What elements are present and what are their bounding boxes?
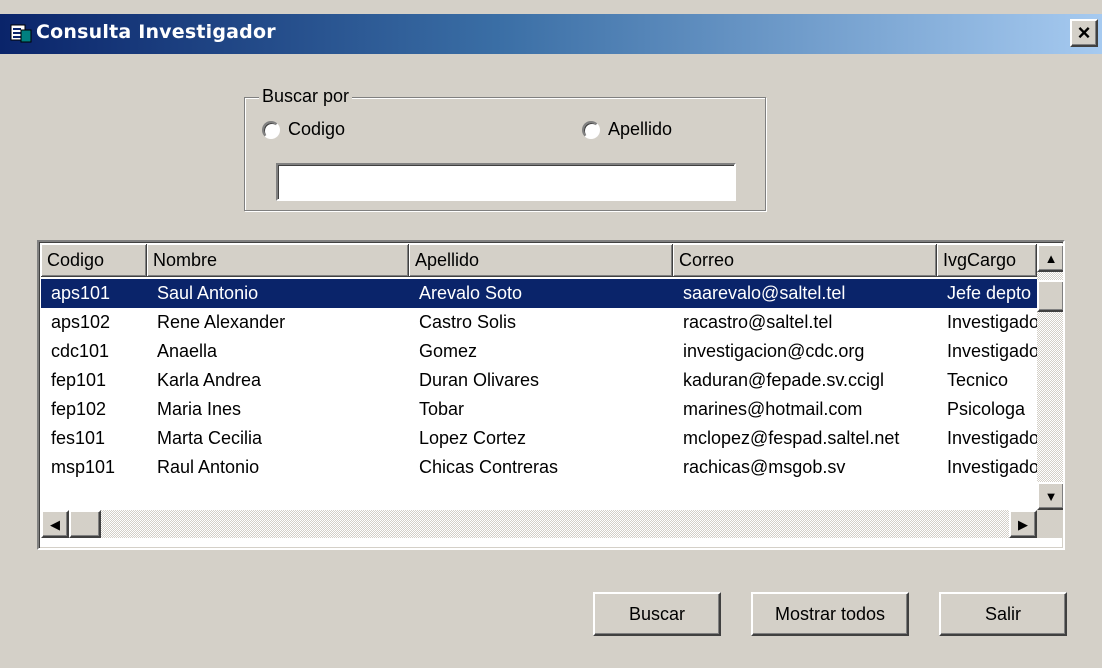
table-cell-codigo: cdc101 [51,341,110,361]
salir-button[interactable]: Salir [939,592,1067,636]
table-cell-correo: saarevalo@saltel.tel [683,283,846,303]
table-cell-nombre: Raul Antonio [157,457,260,477]
search-input[interactable] [276,163,736,201]
table-cell-cargo: Investigador [947,341,1037,361]
scroll-down-button[interactable]: ▼ [1037,482,1063,510]
horizontal-scrollbar[interactable]: ◀ ▶ [41,510,1063,538]
table-cell-nombre: Anaella [157,341,218,361]
table-cell-codigo: aps102 [51,312,111,332]
column-header-correo[interactable]: Correo [673,244,937,277]
arrow-up-icon: ▲ [1044,250,1058,266]
scroll-left-button[interactable]: ◀ [41,510,69,538]
column-header-apellido[interactable]: Apellido [409,244,673,277]
table-cell-cargo: Psicologa [947,399,1026,419]
scroll-up-button[interactable]: ▲ [1037,244,1063,272]
search-group-label: Buscar por [259,86,353,107]
buscar-button[interactable]: Buscar [593,592,721,636]
radio-apellido[interactable]: Apellido [582,119,672,140]
radio-codigo-circle[interactable] [262,120,280,139]
table-row[interactable]: aps102 Rene Alexander Castro Solis racastro… [41,308,1037,337]
title-bar: Consulta Investigador × [0,14,1102,54]
radio-codigo[interactable]: Codigo [262,119,345,140]
table-cell-codigo: fes101 [51,428,106,448]
table-cell-correo: investigacion@cdc.org [683,341,865,361]
table-cell-correo: marines@hotmail.com [683,399,863,419]
results-grid[interactable]: Codigo Nombre Apellido Correo IvgCargo a… [37,240,1065,550]
app-window-icon [10,24,32,43]
table-cell-correo: rachicas@msgob.sv [683,457,846,477]
table-row[interactable]: aps101 Saul Antonio Arevalo Soto saarevalo@… [41,279,1037,308]
table-cell-apellido: Duran Olivares [419,370,540,390]
table-cell-cargo: Tecnico [947,370,1009,390]
column-header-codigo[interactable]: Codigo [41,244,147,277]
arrow-left-icon: ◀ [50,516,60,532]
table-cell-apellido: Castro Solis [419,312,517,332]
table-cell-nombre: Rene Alexander [157,312,286,332]
column-header-ivgcargo[interactable]: IvgCargo [937,244,1037,277]
scrollbar-corner [1037,510,1063,538]
radio-apellido-circle[interactable] [582,120,600,139]
table-cell-correo: mclopez@fespad.saltel.net [683,428,900,448]
window-title: Consulta Investigador [36,21,276,43]
table-cell-nombre: Karla Andrea [157,370,262,390]
scroll-right-button[interactable]: ▶ [1009,510,1037,538]
table-row[interactable]: msp101 Raul Antonio Chicas Contreras rachic… [41,453,1037,482]
arrow-right-icon: ▶ [1018,516,1028,532]
table-cell-correo: kaduran@fepade.sv.ccigl [683,370,885,390]
close-button[interactable]: × [1070,19,1098,47]
close-icon: × [1077,20,1091,45]
table-row[interactable]: fep101 Karla Andrea Duran Olivares kaduran@… [41,366,1037,395]
table-cell-nombre: Maria Ines [157,399,242,419]
table-cell-cargo: Investigador [947,312,1037,332]
table-cell-nombre: Marta Cecilia [157,428,263,448]
table-cell-nombre: Saul Antonio [157,283,259,303]
vertical-scroll-thumb[interactable] [1037,280,1063,312]
table-cell-correo: racastro@saltel.tel [683,312,833,332]
column-header-nombre[interactable]: Nombre [147,244,409,277]
table-cell-codigo: msp101 [51,457,116,477]
table-cell-codigo: fep102 [51,399,107,419]
table-cell-apellido: Chicas Contreras [419,457,559,477]
table-cell-apellido: Lopez Cortez [419,428,527,448]
table-cell-apellido: Gomez [419,341,478,361]
horizontal-scroll-thumb[interactable] [69,510,101,538]
arrow-down-icon: ▼ [1044,488,1058,504]
radio-apellido-label: Apellido [608,119,673,139]
vertical-scrollbar[interactable]: ▲ ▼ [1037,244,1063,510]
table-cell-cargo: Investigador [947,457,1037,477]
table-cell-codigo: aps101 [51,283,111,303]
table-row[interactable]: fes101 Marta Cecilia Lopez Cortez mclopez@f… [41,424,1037,453]
table-cell-apellido: Arevalo Soto [419,283,523,303]
table-cell-cargo: Investigador [947,428,1037,448]
table-cell-apellido: Tobar [419,399,465,419]
mostrar-todos-button[interactable]: Mostrar todos [751,592,909,636]
table-row[interactable]: fep102 Maria Ines Tobar marines@hotmail.com… [41,395,1037,424]
table-row[interactable]: cdc101 Anaella Gomez investigacion@cdc.org I… [41,337,1037,366]
radio-codigo-label: Codigo [288,119,346,139]
table-cell-codigo: fep101 [51,370,107,390]
table-cell-cargo: Jefe depto [947,283,1032,303]
